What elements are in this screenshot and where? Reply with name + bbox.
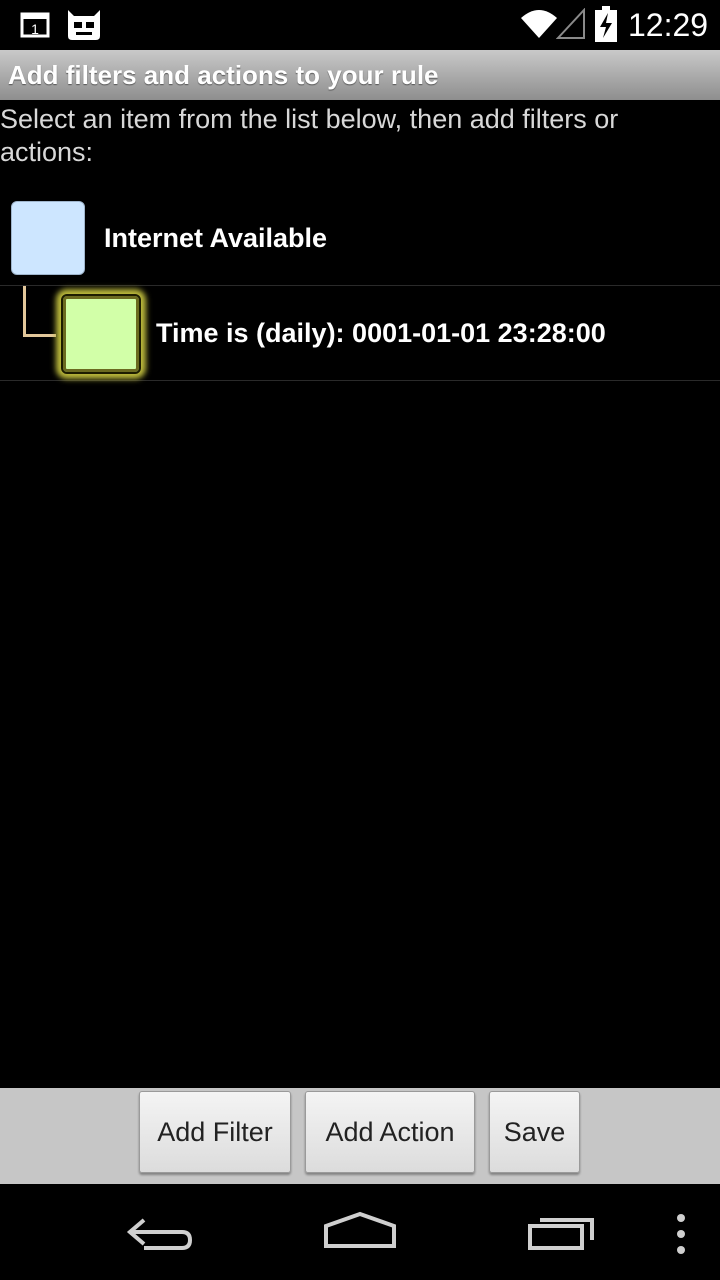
menu-icon[interactable] [674,1212,688,1256]
rule-item-internet-available[interactable]: Internet Available [0,191,720,286]
cyanogenmod-icon [68,10,100,40]
calendar-day: 1 [31,21,39,37]
filter-tile-icon [61,294,141,374]
page-title: Add filters and actions to your rule [8,60,439,90]
bottom-action-bar: Add Filter Add Action Save [0,1088,720,1184]
signal-icon [556,8,585,39]
navigation-bar [0,1184,720,1280]
trigger-tile-icon [11,201,85,275]
rule-item-time-filter[interactable]: Time is (daily): 0001-01-01 23:28:00 [0,286,720,381]
back-icon[interactable] [124,1212,196,1256]
add-action-button[interactable]: Add Action [305,1091,475,1173]
wifi-icon [521,10,557,38]
home-icon[interactable] [320,1210,400,1250]
rule-item-label: Time is (daily): 0001-01-01 23:28:00 [156,318,606,348]
clock: 12:29 [628,7,709,43]
battery-charging-icon [595,6,617,42]
rule-item-label: Internet Available [104,223,328,253]
tree-connector [23,286,56,337]
status-bar: 1 12:29 [0,0,720,50]
calendar-notification-icon: 1 [20,12,50,38]
instruction-text: Select an item from the list below, then… [0,104,619,167]
recents-icon[interactable] [526,1210,598,1252]
save-button[interactable]: Save [489,1091,580,1173]
title-bar: Add filters and actions to your rule [0,50,720,100]
add-filter-button[interactable]: Add Filter [139,1091,291,1173]
